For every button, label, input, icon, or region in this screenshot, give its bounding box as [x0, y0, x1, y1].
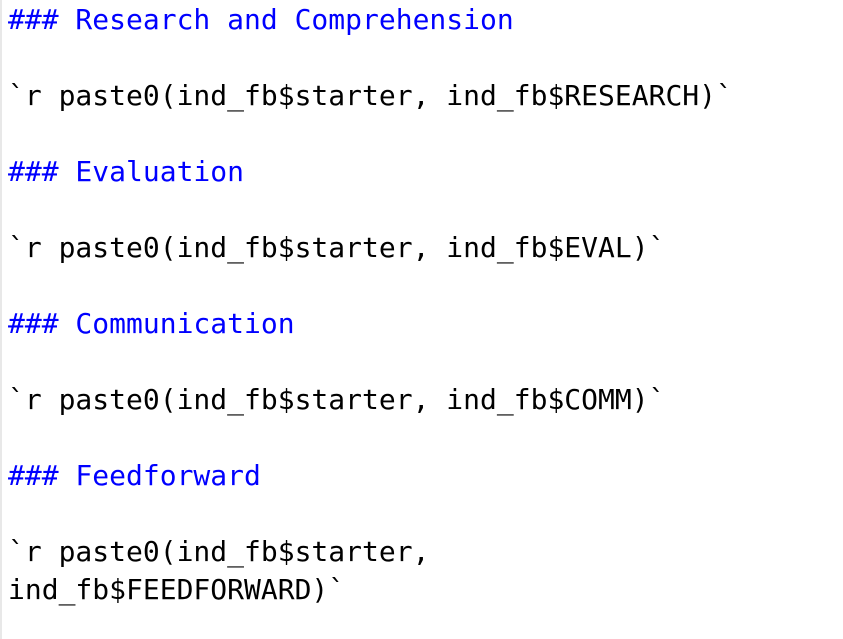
- inline-r-research: `r paste0(ind_fb$starter, ind_fb$RESEARC…: [8, 79, 733, 112]
- heading-feedforward: ### Feedforward: [8, 459, 261, 492]
- inline-r-eval: `r paste0(ind_fb$starter, ind_fb$EVAL)`: [8, 231, 666, 264]
- inline-r-feedforward-part2: ind_fb$FEEDFORWARD)`: [8, 573, 346, 606]
- inline-r-feedforward-part1: `r paste0(ind_fb$starter,: [8, 535, 430, 568]
- inline-r-comm: `r paste0(ind_fb$starter, ind_fb$COMM)`: [8, 383, 666, 416]
- code-editor[interactable]: ### Research and Comprehension `r paste0…: [0, 0, 843, 639]
- heading-communication: ### Communication: [8, 307, 295, 340]
- editor-left-border: [0, 0, 2, 639]
- heading-evaluation: ### Evaluation: [8, 155, 245, 188]
- heading-research-and-comprehension: ### Research and Comprehension: [8, 3, 514, 36]
